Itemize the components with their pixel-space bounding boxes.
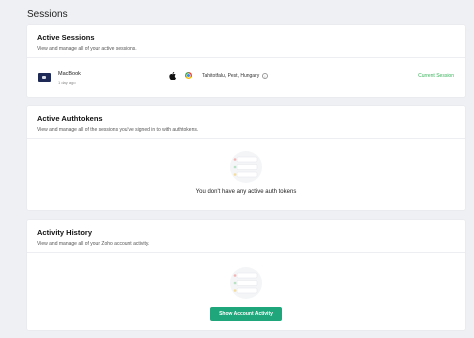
session-row[interactable]: MacBook 1 day ago Tahitotfalu, Pest, Hun… — [27, 58, 465, 95]
card-title: Activity History — [37, 228, 93, 237]
empty-state-message: You don't have any active auth tokens — [195, 189, 297, 195]
device-name: MacBook — [58, 71, 81, 77]
active-authtokens-card: Active Authtokens View and manage all of… — [27, 106, 465, 210]
session-location: Tahitotfalu, Pest, Hungary — [202, 73, 260, 79]
info-icon[interactable]: i — [262, 72, 268, 79]
card-header: Active Sessions View and manage all of y… — [27, 25, 465, 57]
show-account-activity-button[interactable]: Show Account Activity — [210, 307, 282, 321]
apple-icon — [169, 72, 176, 80]
active-sessions-card: Active Sessions View and manage all of y… — [27, 25, 465, 97]
divider — [27, 138, 465, 139]
card-description: View and manage all of your active sessi… — [37, 46, 137, 52]
card-title: Active Authtokens — [37, 114, 103, 123]
activity-history-card: Activity History View and manage all of … — [27, 220, 465, 330]
card-description: View and manage all of your Zoho account… — [37, 241, 150, 247]
session-time: 1 day ago — [58, 80, 76, 85]
card-header: Activity History View and manage all of … — [27, 220, 465, 252]
activity-illustration-icon — [230, 267, 262, 299]
card-description: View and manage all of the sessions you'… — [37, 127, 199, 133]
page-title: Sessions — [27, 9, 68, 20]
divider — [27, 252, 465, 253]
card-header: Active Authtokens View and manage all of… — [27, 106, 465, 138]
card-title: Active Sessions — [37, 33, 95, 42]
chrome-icon — [185, 72, 192, 79]
laptop-icon — [38, 73, 51, 82]
current-session-badge: Current Session — [418, 73, 454, 79]
empty-list-illustration-icon — [230, 151, 262, 183]
